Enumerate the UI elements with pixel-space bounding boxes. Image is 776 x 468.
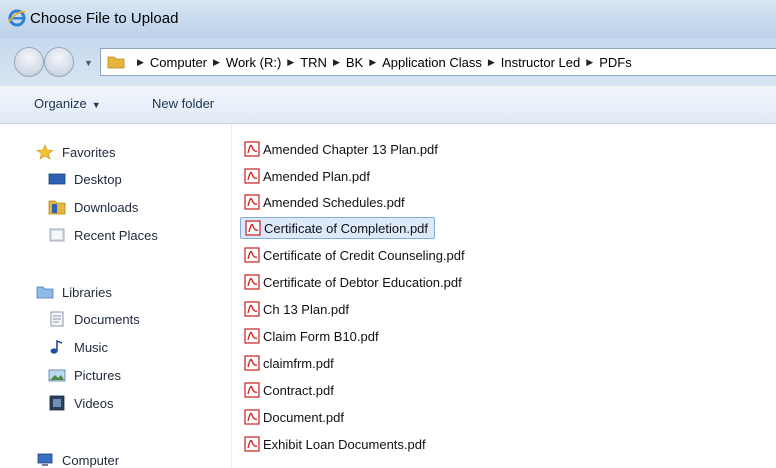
nav-item-music[interactable]: Music bbox=[48, 339, 108, 355]
organize-button[interactable]: Organize ▼ bbox=[34, 96, 101, 111]
file-name: Amended Plan.pdf bbox=[263, 168, 370, 184]
recent-places-icon bbox=[49, 228, 65, 242]
file-item[interactable]: Certificate of Debtor Education.pdf bbox=[240, 271, 468, 293]
file-name: claimfrm.pdf bbox=[263, 355, 334, 371]
nav-label-pictures: Pictures bbox=[74, 367, 121, 383]
nav-label-favorites: Favorites bbox=[62, 144, 116, 160]
breadcrumb-bk[interactable]: BK bbox=[346, 55, 363, 70]
file-item[interactable]: Amended Chapter 13 Plan.pdf bbox=[240, 138, 444, 160]
computer-icon bbox=[37, 453, 53, 466]
breadcrumb-chevron-icon[interactable]: ▶ bbox=[369, 57, 376, 68]
pdf-file-icon bbox=[244, 436, 260, 452]
pdf-file-icon bbox=[244, 409, 260, 425]
documents-icon bbox=[50, 311, 64, 327]
file-item[interactable]: claimfrm.pdf bbox=[240, 352, 340, 374]
nav-label-music: Music bbox=[74, 339, 108, 355]
breadcrumb-application-class[interactable]: Application Class bbox=[382, 55, 482, 70]
file-item[interactable]: Amended Plan.pdf bbox=[240, 165, 376, 187]
nav-item-videos[interactable]: Videos bbox=[48, 395, 114, 411]
file-name: Claim Form B10.pdf bbox=[263, 328, 379, 344]
libraries-icon bbox=[36, 286, 54, 299]
breadcrumb-chevron-icon[interactable]: ▶ bbox=[287, 57, 294, 68]
breadcrumb-chevron-icon[interactable]: ▶ bbox=[586, 57, 593, 68]
new-folder-button[interactable]: New folder bbox=[152, 96, 214, 111]
file-name: Amended Schedules.pdf bbox=[263, 194, 405, 210]
address-bar[interactable]: ▶ Computer ▶ Work (R:) ▶ TRN ▶ BK ▶ Appl… bbox=[100, 48, 776, 76]
breadcrumb-chevron-icon[interactable]: ▶ bbox=[333, 57, 340, 68]
forward-button[interactable] bbox=[44, 47, 74, 77]
folder-icon bbox=[107, 56, 125, 69]
pdf-file-icon bbox=[244, 301, 260, 317]
pdf-file-icon bbox=[244, 328, 260, 344]
nav-label-desktop: Desktop bbox=[74, 171, 122, 187]
nav-label-libraries: Libraries bbox=[62, 284, 112, 300]
file-item[interactable]: Ch 13 Plan.pdf bbox=[240, 298, 355, 320]
pdf-file-icon bbox=[244, 355, 260, 371]
nav-label-recent-places: Recent Places bbox=[74, 227, 158, 243]
file-name: Certificate of Debtor Education.pdf bbox=[263, 274, 462, 290]
back-button[interactable] bbox=[14, 47, 44, 77]
file-name: Amended Chapter 13 Plan.pdf bbox=[263, 141, 438, 157]
breadcrumb-chevron-icon[interactable]: ▶ bbox=[488, 57, 495, 68]
file-name: Document.pdf bbox=[263, 409, 344, 425]
breadcrumb-pdfs[interactable]: PDFs bbox=[599, 55, 632, 70]
desktop-icon bbox=[48, 173, 66, 185]
downloads-folder-icon bbox=[48, 200, 66, 215]
recent-pages-dropdown-icon[interactable]: ▼ bbox=[84, 58, 93, 68]
file-name: Exhibit Loan Documents.pdf bbox=[263, 436, 426, 452]
file-item-selected[interactable]: Certificate of Completion.pdf bbox=[240, 217, 436, 239]
breadcrumb-chevron-icon[interactable]: ▶ bbox=[213, 57, 220, 68]
music-icon bbox=[50, 339, 63, 354]
breadcrumb-computer[interactable]: Computer bbox=[150, 55, 207, 70]
command-toolbar: Organize ▼ New folder bbox=[0, 86, 776, 124]
ie-icon bbox=[8, 9, 26, 27]
nav-item-pictures[interactable]: Pictures bbox=[48, 367, 121, 383]
breadcrumb-work-drive[interactable]: Work (R:) bbox=[226, 55, 281, 70]
nav-item-desktop[interactable]: Desktop bbox=[48, 171, 122, 187]
nav-item-favorites[interactable]: Favorites bbox=[36, 144, 115, 160]
nav-item-recent-places[interactable]: Recent Places bbox=[48, 227, 158, 243]
pdf-file-icon bbox=[244, 141, 260, 157]
pdf-file-icon bbox=[244, 274, 260, 290]
breadcrumb-chevron-icon[interactable]: ▶ bbox=[137, 57, 144, 68]
nav-item-libraries[interactable]: Libraries bbox=[36, 284, 112, 300]
file-item[interactable]: Contract.pdf bbox=[240, 379, 340, 401]
file-name: Certificate of Completion.pdf bbox=[264, 220, 429, 236]
file-item[interactable]: Certificate of Credit Counseling.pdf bbox=[240, 244, 471, 266]
file-name: Ch 13 Plan.pdf bbox=[263, 301, 350, 317]
title-bar: Choose File to Upload bbox=[0, 0, 776, 38]
file-item[interactable]: Exhibit Loan Documents.pdf bbox=[240, 433, 432, 455]
file-name: Certificate of Credit Counseling.pdf bbox=[263, 247, 465, 263]
nav-label-documents: Documents bbox=[74, 311, 140, 327]
file-item[interactable]: Amended Schedules.pdf bbox=[240, 191, 411, 213]
pdf-file-icon bbox=[245, 220, 261, 236]
pdf-file-icon bbox=[244, 247, 260, 263]
chevron-down-icon: ▼ bbox=[91, 100, 101, 110]
pdf-file-icon bbox=[244, 194, 260, 210]
nav-label-computer: Computer bbox=[62, 452, 120, 468]
nav-item-computer[interactable]: Computer bbox=[36, 452, 119, 468]
pdf-file-icon bbox=[244, 168, 260, 184]
pdf-file-icon bbox=[244, 382, 260, 398]
star-icon bbox=[36, 144, 54, 160]
window-title: Choose File to Upload bbox=[30, 10, 179, 27]
nav-item-downloads[interactable]: Downloads bbox=[48, 199, 138, 215]
nav-label-downloads: Downloads bbox=[74, 199, 139, 215]
pictures-icon bbox=[48, 369, 66, 382]
organize-label: Organize bbox=[34, 96, 87, 111]
file-name: Contract.pdf bbox=[263, 382, 334, 398]
file-item[interactable]: Claim Form B10.pdf bbox=[240, 325, 385, 347]
file-item[interactable]: Document.pdf bbox=[240, 406, 350, 428]
videos-icon bbox=[49, 395, 65, 411]
nav-item-documents[interactable]: Documents bbox=[48, 311, 140, 327]
navigation-pane: Favorites Desktop Downloads Recent Place… bbox=[0, 124, 232, 468]
nav-label-videos: Videos bbox=[74, 395, 114, 411]
breadcrumb-trn[interactable]: TRN bbox=[300, 55, 327, 70]
breadcrumb-instructor-led[interactable]: Instructor Led bbox=[501, 55, 581, 70]
file-list: Amended Chapter 13 Plan.pdf Amended Plan… bbox=[232, 124, 776, 468]
navigation-bar: ▼ ▶ Computer ▶ Work (R:) ▶ TRN ▶ BK ▶ Ap… bbox=[0, 38, 776, 86]
